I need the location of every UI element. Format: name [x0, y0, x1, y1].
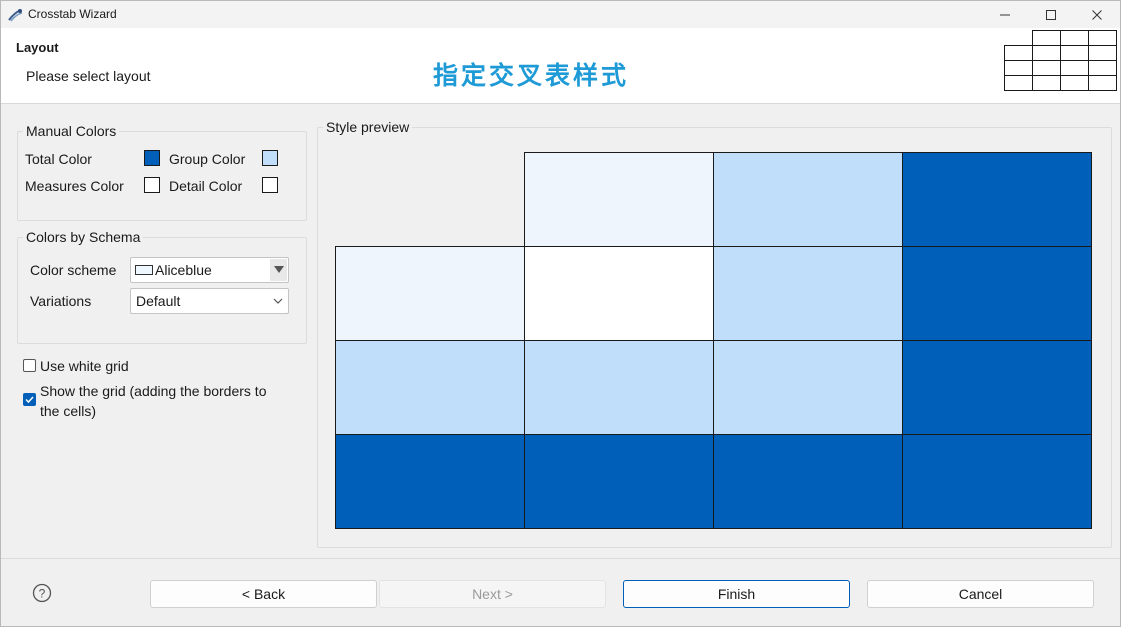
- manual-colors-group: Manual Colors: [17, 123, 307, 221]
- colors-by-schema-legend: Colors by Schema: [26, 229, 141, 245]
- crosstab-wizard-icon: [8, 9, 23, 22]
- group-color-label: Group Color: [169, 151, 246, 167]
- preview-cell-r3-c0: [335, 434, 525, 529]
- use-white-grid-checkbox[interactable]: [23, 359, 36, 372]
- minimize-icon: [1000, 14, 1010, 15]
- preview-cell-r0-c3: [902, 152, 1092, 247]
- dropdown-arrow-icon[interactable]: [270, 259, 287, 281]
- preview-cell-r2-c0: [335, 340, 525, 435]
- crosstab-grid-icon: [1004, 30, 1117, 91]
- show-grid-checkbox[interactable]: [23, 393, 36, 406]
- maximize-icon: [1046, 9, 1056, 20]
- page-banner: 指定交叉表样式: [433, 61, 630, 90]
- preview-cell-r2-c2: [713, 340, 903, 435]
- colors-by-schema-group: Colors by Schema: [17, 229, 307, 344]
- crosstab-style-preview: [335, 152, 1092, 529]
- style-preview-legend: Style preview: [326, 119, 410, 135]
- use-white-grid-label: Use white grid: [40, 358, 129, 374]
- title-bar: Crosstab Wizard: [1, 1, 1120, 28]
- detail-color-swatch[interactable]: [262, 177, 278, 193]
- preview-cell-r3-c1: [524, 434, 714, 529]
- finish-button[interactable]: Finish: [623, 580, 850, 608]
- preview-cell-r2-c1: [524, 340, 714, 435]
- cancel-button[interactable]: Cancel: [867, 580, 1094, 608]
- checkmark-icon: [25, 396, 34, 404]
- color-scheme-select[interactable]: Aliceblue: [130, 257, 289, 283]
- preview-cell-r0-c1: [524, 152, 714, 247]
- preview-cell-r3-c2: [713, 434, 903, 529]
- color-scheme-value: Aliceblue: [155, 262, 212, 278]
- chevron-down-icon: [273, 298, 283, 304]
- minimize-button[interactable]: [982, 1, 1028, 28]
- preview-cell-r1-c1: [524, 246, 714, 341]
- preview-cell-r1-c0: [335, 246, 525, 341]
- manual-colors-legend: Manual Colors: [26, 123, 117, 139]
- show-grid-label: Show the grid (adding the borders to: [40, 383, 267, 399]
- maximize-button[interactable]: [1028, 1, 1074, 28]
- variations-value: Default: [136, 293, 181, 309]
- total-color-swatch[interactable]: [144, 150, 160, 166]
- window-title: Crosstab Wizard: [28, 7, 117, 21]
- color-scheme-label: Color scheme: [30, 262, 117, 278]
- wizard-header: Layout Please select layout 指定交叉表样式: [1, 28, 1120, 104]
- back-button[interactable]: < Back: [150, 580, 377, 608]
- total-color-label: Total Color: [25, 151, 92, 167]
- page-subtitle: Please select layout: [26, 68, 151, 84]
- measures-color-swatch[interactable]: [144, 177, 160, 193]
- color-scheme-swatch: [135, 265, 153, 275]
- svg-text:?: ?: [39, 587, 46, 601]
- variations-label: Variations: [30, 293, 92, 309]
- preview-cell-r0-c2: [713, 152, 903, 247]
- variations-select[interactable]: Default: [130, 288, 289, 314]
- next-button[interactable]: Next >: [379, 580, 606, 608]
- preview-cell-r3-c3: [902, 434, 1092, 529]
- wizard-window: Crosstab Wizard Layout Please select lay…: [0, 0, 1121, 627]
- help-icon[interactable]: ?: [32, 583, 52, 603]
- preview-cell-r1-c3: [902, 246, 1092, 341]
- group-color-swatch[interactable]: [262, 150, 278, 166]
- show-grid-label-continued: the cells): [40, 403, 97, 419]
- page-title: Layout: [16, 40, 59, 55]
- close-button[interactable]: [1074, 1, 1120, 28]
- measures-color-label: Measures Color: [25, 178, 124, 194]
- preview-cell-r2-c3: [902, 340, 1092, 435]
- preview-cell-r1-c2: [713, 246, 903, 341]
- close-icon: [1092, 9, 1102, 20]
- footer-divider: [1, 558, 1120, 559]
- detail-color-label: Detail Color: [169, 178, 243, 194]
